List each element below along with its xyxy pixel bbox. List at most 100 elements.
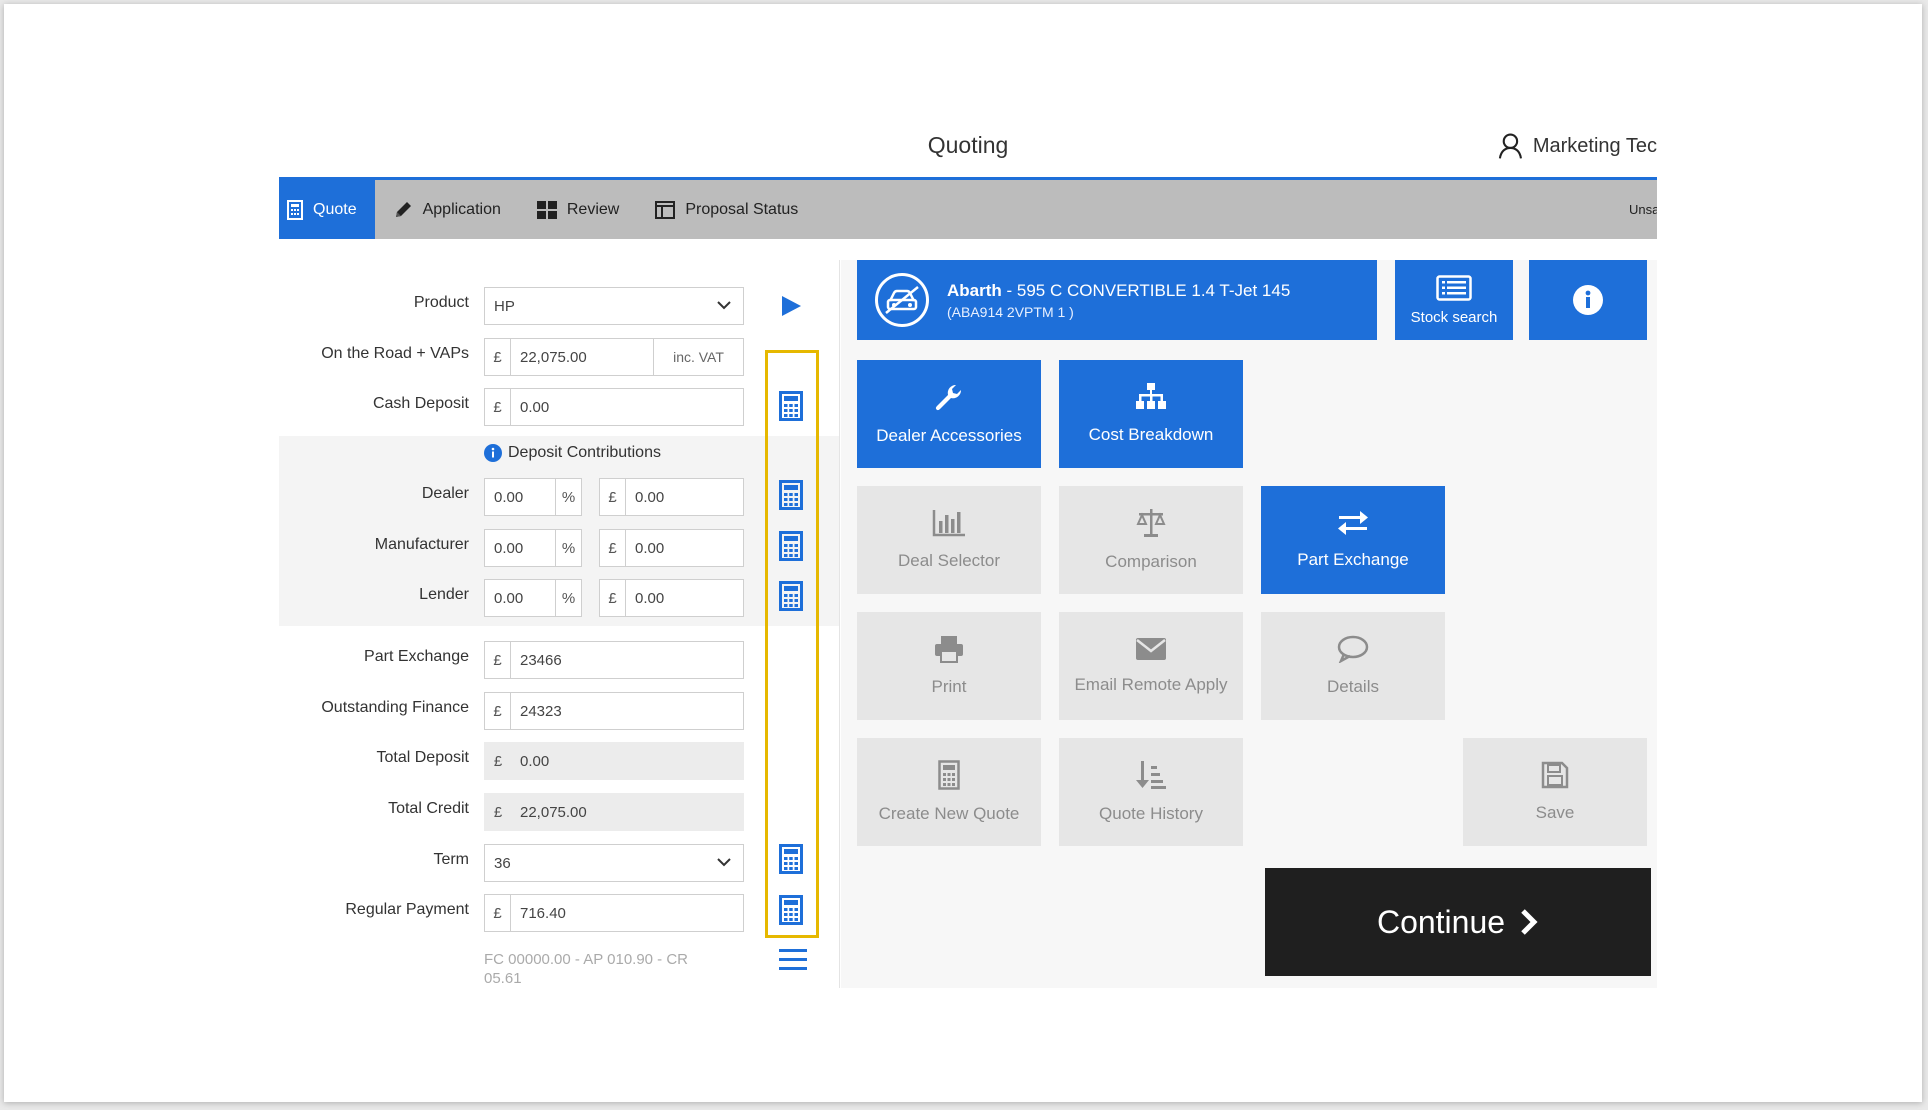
dealer-accessories-label: Dealer Accessories (876, 426, 1022, 445)
print-icon (935, 636, 963, 663)
speech-bubble-icon (1337, 635, 1369, 663)
bar-chart-icon (932, 510, 965, 537)
info-icon[interactable] (484, 444, 502, 462)
currency-symbol: £ (485, 642, 511, 678)
manufacturer-pct-input[interactable]: 0.00 % (484, 529, 582, 567)
term-value: 36 (494, 854, 511, 872)
part-exchange-button[interactable]: Part Exchange (1261, 486, 1445, 594)
email-remote-apply-label: Email Remote Apply (1074, 675, 1228, 694)
cash-deposit-input[interactable]: £ 0.00 (484, 388, 744, 426)
tab-proposal-status[interactable]: Proposal Status (637, 180, 816, 239)
currency-symbol: £ (485, 339, 511, 375)
calculator-icon[interactable] (779, 895, 803, 925)
chevron-right-icon (1521, 909, 1538, 935)
percent-sign: % (555, 580, 581, 616)
currency-symbol: £ (600, 580, 626, 616)
otr-input[interactable]: £ 22,075.00 inc. VAT (484, 338, 744, 376)
vehicle-make: Abarth (947, 280, 1002, 300)
dealer-amount-input[interactable]: £ 0.00 (599, 478, 744, 516)
calculator-icon[interactable] (779, 531, 803, 561)
percent-sign: % (555, 479, 581, 515)
comparison-button[interactable]: Comparison (1059, 486, 1243, 594)
part-exchange-value: 23466 (520, 651, 562, 669)
calculator-icon[interactable] (779, 391, 803, 421)
exchange-icon (1338, 511, 1368, 535)
vehicle-info-button[interactable] (1529, 260, 1647, 340)
comparison-label: Comparison (1105, 552, 1197, 571)
menu-icon[interactable] (779, 948, 807, 972)
tab-application-label: Application (422, 200, 501, 218)
save-status: Unsaved (1629, 202, 1657, 217)
total-credit-label: Total Credit (388, 800, 469, 817)
currency-symbol: £ (485, 693, 511, 729)
currency-symbol: £ (485, 389, 511, 425)
total-credit-value: 22,075.00 (520, 803, 587, 821)
total-deposit-label: Total Deposit (376, 749, 470, 766)
continue-button[interactable]: Continue (1265, 868, 1651, 976)
outstanding-finance-label: Outstanding Finance (321, 699, 469, 716)
list-icon (1436, 274, 1472, 301)
print-button[interactable]: Print (857, 612, 1041, 720)
calculator-icon (938, 760, 960, 790)
part-exchange-button-label: Part Exchange (1297, 550, 1409, 569)
quoting-app: Quoting Marketing Tec Quote Application … (279, 4, 1657, 1102)
cost-breakdown-button[interactable]: Cost Breakdown (1059, 360, 1243, 468)
manufacturer-amount-input[interactable]: £ 0.00 (599, 529, 744, 567)
part-exchange-input[interactable]: £ 23466 (484, 641, 744, 679)
tab-quote[interactable]: Quote (279, 180, 375, 239)
grid-icon (536, 200, 557, 219)
deal-selector-label: Deal Selector (897, 551, 1001, 570)
pencil-icon (395, 201, 411, 217)
tab-application[interactable]: Application (375, 180, 519, 239)
info-icon (1573, 285, 1603, 315)
deposit-contributions-label: Deposit Contributions (508, 444, 661, 461)
tab-review[interactable]: Review (519, 180, 637, 239)
lender-pct-value: 0.00 (494, 589, 524, 607)
lender-pct-input[interactable]: 0.00 % (484, 579, 582, 617)
part-exchange-label: Part Exchange (364, 648, 469, 665)
outstanding-finance-value: 24323 (520, 702, 562, 720)
user-name: Marketing Tec (1532, 134, 1657, 157)
term-label: Term (433, 851, 469, 868)
sitemap-icon (1136, 383, 1166, 409)
product-label: Product (413, 294, 469, 311)
chevron-down-icon (717, 858, 731, 867)
email-remote-apply-button[interactable]: Email Remote Apply (1059, 612, 1243, 720)
dealer-amount-value: 0.00 (635, 488, 665, 506)
details-button[interactable]: Details (1261, 612, 1445, 720)
finance-summary-footnote: FC 00000.00 - AP 010.90 - CR 05.61 (484, 951, 689, 987)
calculator-icon[interactable] (779, 844, 803, 874)
dealer-pct-input[interactable]: 0.00 % (484, 478, 582, 516)
save-button[interactable]: Save (1463, 738, 1647, 846)
scales-icon (1136, 509, 1166, 537)
create-new-quote-label: Create New Quote (878, 804, 1020, 823)
regular-payment-value: 716.40 (520, 904, 566, 922)
term-select[interactable]: 36 (484, 844, 744, 882)
product-select[interactable]: HP (484, 287, 744, 325)
user-menu[interactable]: Marketing Tec (1498, 132, 1657, 160)
window-frame: Quoting Marketing Tec Quote Application … (4, 4, 1922, 1102)
vehicle-card[interactable]: Abarth - 595 C CONVERTIBLE 1.4 T-Jet 145… (857, 260, 1377, 340)
outstanding-finance-input[interactable]: £ 24323 (484, 692, 744, 730)
total-deposit-value: 0.00 (520, 752, 550, 770)
quote-history-button[interactable]: Quote History (1059, 738, 1243, 846)
dealer-accessories-button[interactable]: Dealer Accessories (857, 360, 1041, 468)
sort-amount-icon (1136, 761, 1166, 789)
play-icon[interactable] (779, 294, 803, 318)
manufacturer-label: Manufacturer (374, 536, 469, 553)
calculator-icon[interactable] (779, 480, 803, 510)
stock-search-button[interactable]: Stock search (1395, 260, 1513, 340)
vehicle-title: Abarth - 595 C CONVERTIBLE 1.4 T-Jet 145 (947, 281, 1290, 301)
regular-payment-input[interactable]: £ 716.40 (484, 894, 744, 932)
total-credit-field: £ 22,075.00 (484, 793, 744, 831)
lender-amount-input[interactable]: £ 0.00 (599, 579, 744, 617)
calculator-icon[interactable] (779, 581, 803, 611)
tab-proposal-status-label: Proposal Status (685, 200, 799, 218)
regular-payment-label: Regular Payment (345, 901, 469, 918)
quote-history-label: Quote History (1099, 804, 1203, 823)
deal-selector-button[interactable]: Deal Selector (857, 486, 1041, 594)
manufacturer-amount-value: 0.00 (635, 539, 665, 557)
create-new-quote-button[interactable]: Create New Quote (857, 738, 1041, 846)
wrench-icon (935, 384, 962, 411)
total-deposit-field: £ 0.00 (484, 742, 744, 780)
